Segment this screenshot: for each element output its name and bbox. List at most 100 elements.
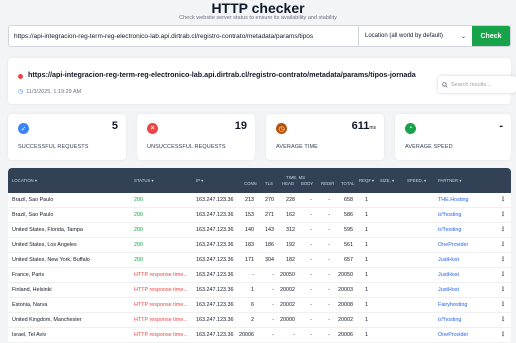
cell-tls: 271 [265,212,274,218]
checked-time: 11/3/2025, 1:19:29 AM [26,88,82,95]
table-header: LOCATION ▾ STATUS ▾ IP ▾ CONN TLS TIME, … [8,168,511,193]
more-options-icon[interactable]: ⋮ [500,301,506,308]
cell-partner[interactable]: is*hosting [438,317,461,324]
cell-tls: - [272,302,274,308]
x-circle-icon: × [147,123,158,134]
table-row: Brazil, Sao Paulo 200 163.247.123.36 213 270… [8,193,511,208]
more-options-icon[interactable]: ⋮ [500,196,506,203]
cell-conn: 153 [245,212,254,218]
stat-value: 5 [111,120,118,132]
cell-partner[interactable]: JustHost [438,257,459,264]
stat-value: - [499,120,503,132]
cell-head: 312 [286,227,295,233]
header-size[interactable]: SIZE, ▾ [380,178,394,183]
clock-icon: ◷ [18,89,24,95]
header-location[interactable]: LOCATION ▾ [12,178,37,183]
cell-partner[interactable]: JustHost [438,287,459,294]
cell-partner[interactable]: is*hosting [438,227,461,234]
cell-status: HTTP response time... [134,332,188,338]
page-subtitle: Check website server status to ensure it… [179,15,337,21]
search-icon [442,81,448,88]
cell-ip: 163.247.123.36 [196,242,234,248]
cell-ip: 163.247.123.36 [196,212,234,218]
cell-body: - [310,212,312,218]
stat-value: 611ms [351,120,376,132]
cell-partner[interactable]: is*hosting [438,212,461,219]
cell-body: - [310,242,312,248]
check-circle-icon: ✓ [18,123,29,134]
cell-status: HTTP response time... [134,302,188,308]
cell-reqs: 1 [365,332,368,338]
cell-total: 20050 [338,272,353,278]
cell-partner[interactable]: JustHost [438,272,459,279]
more-options-icon[interactable]: ⋮ [500,316,506,323]
cell-total: 586 [344,212,353,218]
header-reqs[interactable]: REQ# ▾ [359,178,374,183]
stat-unsuccessful-requests: × 19 UNSUCCESSFUL REQUESTS [137,114,255,160]
cell-location: Israel, Tel Aviv [12,332,47,338]
header-speed[interactable]: SPEED, ▾ [407,178,426,183]
cell-body: - [310,302,312,308]
cell-conn: 2 [251,317,254,323]
stat-label: AVERAGE SPEED [405,144,453,150]
cell-tls: 270 [265,197,274,203]
more-options-icon[interactable]: ⋮ [500,226,506,233]
more-options-icon[interactable]: ⋮ [500,241,506,248]
cell-location: United Kingdom, Manchester [12,317,82,323]
cell-body: - [310,317,312,323]
cell-redir: - [328,332,330,338]
cell-total: 20008 [338,302,353,308]
cell-total: 20002 [338,317,353,323]
more-options-icon[interactable]: ⋮ [500,331,506,338]
cell-partner[interactable]: OneProvider [438,332,468,339]
table-row: Brazil, Sao Paulo 200 163.247.123.36 153 271… [8,208,511,223]
cell-ip: 163.247.123.36 [196,287,234,293]
cell-partner[interactable]: THE.Hosting [438,197,469,204]
header-time-ms: TIME, MS [286,175,306,180]
header-total: TOTAL [341,181,355,186]
cell-ip: 163.247.123.36 [196,197,234,203]
page-title: HTTP checker [211,0,305,16]
search-results-placeholder: Search results... [451,81,491,88]
url-input[interactable] [9,26,358,46]
header-ip[interactable]: IP ▾ [196,178,203,183]
cell-partner[interactable]: OneProvider [438,242,468,249]
table-row: France, Paris HTTP response time... 163.24… [8,268,511,283]
cell-head: 20050 [280,272,295,278]
table-row: Estonia, Narva HTTP response time... 163.2… [8,298,511,313]
cell-head: 182 [286,257,295,263]
cell-location: Finland, Helsinki [12,287,52,293]
cell-head: 20002 [280,302,295,308]
cell-status: 200 [134,227,143,233]
more-options-icon[interactable]: ⋮ [500,271,506,278]
cell-status: HTTP response time... [134,317,188,323]
check-button[interactable]: Check [472,26,510,46]
cell-conn: 213 [245,197,254,203]
table-row: United Kingdom, Manchester HTTP response … [8,313,511,328]
cell-status: 200 [134,212,143,218]
cell-tls: - [272,332,274,338]
cell-total: 658 [344,197,353,203]
cell-partner[interactable]: Fairyhosting [438,302,467,309]
cell-tls: 186 [265,242,274,248]
cell-total: 657 [344,257,353,263]
header-partner[interactable]: PARTNER ▾ [438,178,462,183]
more-options-icon[interactable]: ⋮ [500,286,506,293]
cell-location: United States, Florida, Tampa [12,227,83,233]
results-table: LOCATION ▾ STATUS ▾ IP ▾ CONN TLS TIME, … [8,168,511,343]
header-status[interactable]: STATUS ▾ [134,178,154,183]
more-options-icon[interactable]: ⋮ [500,211,506,218]
checked-time-row: ◷ 11/3/2025, 1:19:29 AM [18,88,82,96]
check-form: Location (all world by default) ⌄ Check [8,25,511,47]
cell-head: - [293,332,295,338]
location-select[interactable]: Location (all world by default) ⌄ [358,26,472,46]
cell-location: France, Paris [12,272,45,278]
cell-head: 20000 [280,317,295,323]
cell-status: 200 [134,197,143,203]
search-results-input[interactable]: Search results... [438,76,516,93]
more-options-icon[interactable]: ⋮ [500,256,506,263]
cell-body: - [310,227,312,233]
cell-redir: - [328,242,330,248]
cell-reqs: 1 [365,257,368,263]
table-row: Finland, Helsinki HTTP response time... 16… [8,283,511,298]
